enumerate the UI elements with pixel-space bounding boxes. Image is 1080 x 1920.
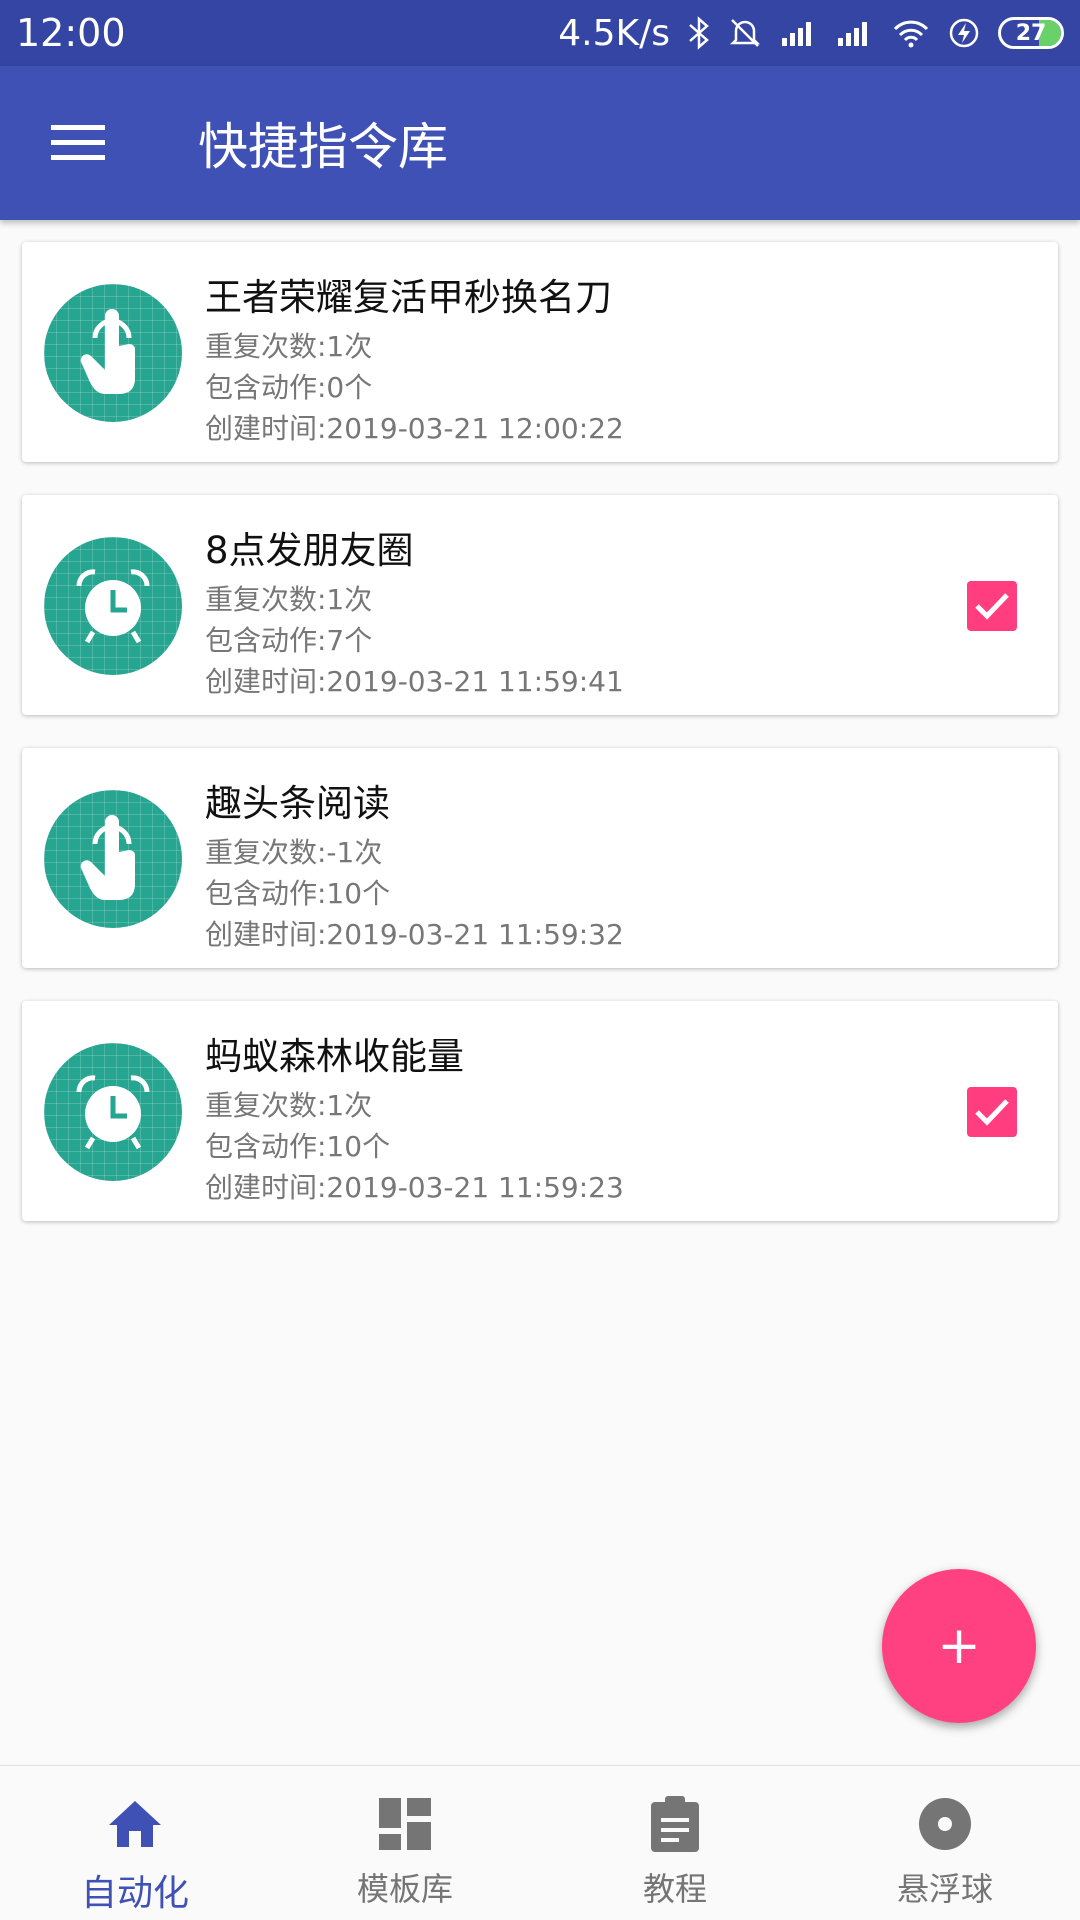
mute-bell-icon [728,16,762,50]
shortcut-info: 蚂蚁森林收能量 重复次数:1次 包含动作:10个 创建时间:2019-03-21… [205,1029,624,1208]
created-time: 创建时间:2019-03-21 11:59:41 [205,665,624,698]
home-icon [103,1792,167,1856]
shortcut-title: 王者荣耀复活甲秒换名刀 [205,276,612,319]
shortcut-card[interactable]: 蚂蚁森林收能量 重复次数:1次 包含动作:10个 创建时间:2019-03-21… [22,1001,1058,1221]
status-bar: 12:00 4.5K/s 27 [0,0,1080,66]
alarm-clock-icon [44,1043,182,1181]
repeat-count: 重复次数:1次 [205,583,373,616]
shortcut-info: 趣头条阅读 重复次数:-1次 包含动作:10个 创建时间:2019-03-21 … [205,776,624,955]
signal-icon [780,18,818,48]
shortcut-card[interactable]: 王者荣耀复活甲秒换名刀 重复次数:1次 包含动作:0个 创建时间:2019-03… [22,242,1058,462]
nav-label: 教程 [642,1870,707,1908]
status-time: 12:00 [16,11,126,55]
nav-label: 悬浮球 [896,1870,993,1908]
action-count: 包含动作:10个 [205,877,391,910]
action-count: 包含动作:0个 [205,371,373,404]
touch-hand-icon [44,284,182,422]
shortcut-info: 8点发朋友圈 重复次数:1次 包含动作:7个 创建时间:2019-03-21 1… [205,523,624,702]
shortcut-card[interactable]: 趣头条阅读 重复次数:-1次 包含动作:10个 创建时间:2019-03-21 … [22,748,1058,968]
bluetooth-icon [688,16,710,50]
disc-icon [913,1792,977,1856]
action-count: 包含动作:7个 [205,624,373,657]
battery-level: 27 [1015,20,1047,46]
repeat-count: 重复次数:-1次 [205,836,383,869]
shortcut-title: 趣头条阅读 [205,782,390,825]
shortcut-card[interactable]: 8点发朋友圈 重复次数:1次 包含动作:7个 创建时间:2019-03-21 1… [22,495,1058,715]
nav-label: 模板库 [356,1870,453,1908]
enabled-checkbox[interactable] [967,581,1017,631]
created-time: 创建时间:2019-03-21 11:59:23 [205,1171,624,1204]
created-time: 创建时间:2019-03-21 11:59:32 [205,918,624,951]
shortcut-title: 8点发朋友圈 [205,529,414,572]
checkmark-icon [975,593,1009,620]
clipboard-icon [643,1792,707,1856]
charging-icon [948,17,980,49]
enabled-checkbox[interactable] [967,1087,1017,1137]
alarm-clock-icon [44,537,182,675]
nav-item-tutorials[interactable]: 教程 [540,1766,810,1920]
action-count: 包含动作:10个 [205,1130,391,1163]
repeat-count: 重复次数:1次 [205,330,373,363]
menu-button[interactable] [40,113,116,173]
hamburger-menu-icon [51,125,105,160]
wifi-icon [892,18,930,48]
app-bar: 快捷指令库 [0,66,1080,220]
page-title: 快捷指令库 [198,118,448,176]
repeat-count: 重复次数:1次 [205,1089,373,1122]
nav-item-automation[interactable]: 自动化 [0,1766,270,1920]
battery-indicator: 27 [998,17,1064,49]
status-icons: 4.5K/s 27 [558,13,1064,54]
touch-hand-icon [44,790,182,928]
nav-label: 自动化 [80,1873,189,1914]
signal-icon-2 [836,18,874,48]
network-speed: 4.5K/s [558,12,670,54]
shortcut-list: 王者荣耀复活甲秒换名刀 重复次数:1次 包含动作:0个 创建时间:2019-03… [22,242,1058,1254]
add-shortcut-button[interactable]: + [882,1569,1036,1723]
dashboard-icon [373,1792,437,1856]
shortcut-title: 蚂蚁森林收能量 [205,1035,464,1078]
nav-item-templates[interactable]: 模板库 [270,1766,540,1920]
bottom-navigation: 自动化 模板库 教程 悬浮球 [0,1765,1080,1920]
checkmark-icon [975,1099,1009,1126]
nav-item-floating-ball[interactable]: 悬浮球 [810,1766,1080,1920]
created-time: 创建时间:2019-03-21 12:00:22 [205,412,624,445]
shortcut-info: 王者荣耀复活甲秒换名刀 重复次数:1次 包含动作:0个 创建时间:2019-03… [205,270,624,449]
